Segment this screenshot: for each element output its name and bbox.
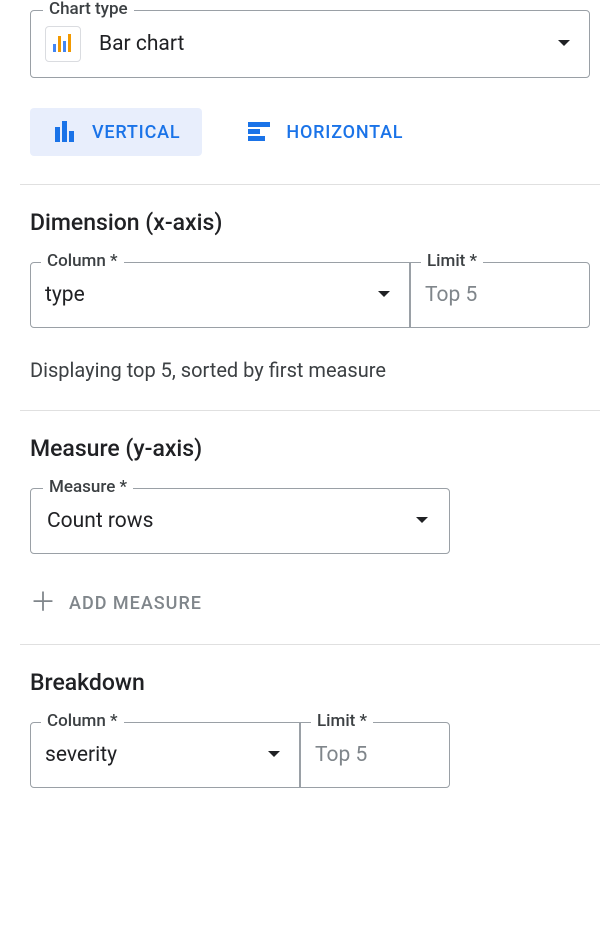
measure-value: Count rows (47, 509, 411, 533)
measure-heading: Measure (y-axis) (30, 435, 590, 462)
dimension-helper-text: Displaying top 5, sorted by first measur… (30, 358, 590, 382)
chart-type-select[interactable]: Chart type Bar chart (30, 10, 590, 78)
add-measure-label: ADD MEASURE (69, 593, 202, 614)
divider (20, 184, 600, 185)
dimension-limit-value: Top 5 (425, 283, 477, 307)
dimension-row: Column * type Limit * Top 5 (30, 262, 590, 328)
orientation-toggle: VERTICAL HORIZONTAL (30, 108, 590, 156)
bar-chart-icon (45, 26, 81, 62)
orientation-horizontal-button[interactable]: HORIZONTAL (224, 108, 425, 156)
breakdown-heading: Breakdown (30, 669, 590, 696)
measure-label: Measure * (43, 477, 133, 497)
vertical-bars-icon (52, 119, 78, 145)
chart-type-value: Bar chart (99, 32, 553, 56)
breakdown-limit-select[interactable]: Limit * Top 5 (299, 723, 449, 787)
dimension-column-select[interactable]: Column * type (31, 263, 409, 327)
add-measure-button[interactable]: ＋ ADD MEASURE (30, 590, 590, 616)
chart-type-label: Chart type (43, 0, 134, 19)
breakdown-column-value: severity (45, 743, 263, 767)
orientation-horizontal-label: HORIZONTAL (286, 122, 403, 143)
breakdown-row: Column * severity Limit * Top 5 (30, 722, 450, 788)
dimension-heading: Dimension (x-axis) (30, 209, 590, 236)
chevron-down-icon (373, 290, 395, 300)
dimension-limit-select[interactable]: Limit * Top 5 (409, 263, 589, 327)
chevron-down-icon (263, 750, 285, 760)
breakdown-column-label: Column * (41, 711, 124, 731)
breakdown-limit-value: Top 5 (315, 743, 367, 767)
plus-icon: ＋ (30, 590, 57, 616)
breakdown-column-select[interactable]: Column * severity (31, 723, 299, 787)
orientation-vertical-label: VERTICAL (92, 122, 180, 143)
dimension-limit-label: Limit * (421, 251, 483, 271)
chevron-down-icon (553, 39, 575, 49)
chevron-down-icon (411, 516, 433, 526)
horizontal-bars-icon (246, 119, 272, 145)
orientation-vertical-button[interactable]: VERTICAL (30, 108, 202, 156)
divider (20, 410, 600, 411)
dimension-column-label: Column * (41, 251, 124, 271)
divider (20, 644, 600, 645)
dimension-column-value: type (45, 283, 373, 307)
measure-select[interactable]: Measure * Count rows (30, 488, 450, 554)
breakdown-limit-label: Limit * (311, 711, 373, 731)
